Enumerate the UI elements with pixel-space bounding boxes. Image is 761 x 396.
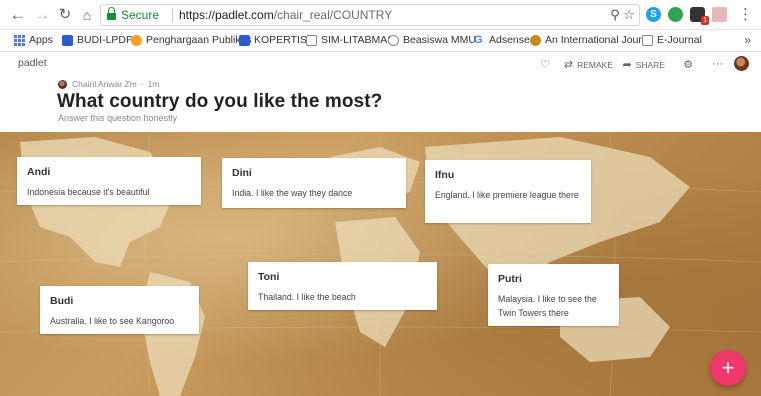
extension-icon[interactable]: 1 <box>690 7 709 25</box>
author-name: Chairil Anwar Zm <box>72 79 137 89</box>
bookmark-favicon <box>131 34 142 46</box>
page-title: What country do you like the most? <box>57 91 383 112</box>
more-button[interactable]: ··· <box>712 58 723 70</box>
bookmark-e-journal[interactable]: E-Journal <box>642 34 702 46</box>
post-author: Toni <box>258 271 280 283</box>
post-card[interactable]: Budi Australia. I like to see Kangoroo <box>40 286 199 334</box>
bookmark-beasiswa-mmu[interactable]: Beasiswa MMU <box>388 34 476 46</box>
post-card[interactable]: Dini India. I like the way they dance <box>222 158 406 208</box>
post-body: England. I like premiere league there <box>435 190 579 200</box>
bookmark-favicon <box>388 34 399 46</box>
post-body: Thailand. I like the beach <box>258 292 356 302</box>
author-avatar <box>58 79 67 89</box>
post-body: India. I like the way they dance <box>232 188 353 198</box>
share-button[interactable]: ➦ SHARE <box>622 58 665 71</box>
user-avatar[interactable] <box>734 56 749 71</box>
bookmark-label: Penghargaan Publikas <box>146 34 252 46</box>
post-card[interactable]: Andi Indonesia because it's beautiful <box>17 157 201 205</box>
url-separator <box>172 8 173 22</box>
reload-icon[interactable]: ↻ <box>55 5 75 25</box>
bookmark-star-icon[interactable]: ☆ <box>623 7 635 22</box>
bookmarks-bar: Apps BUDI-LPDP Penghargaan Publikas KOPE… <box>0 30 761 52</box>
apps-grid-icon <box>14 34 25 46</box>
bookmark-label: KOPERTIS6 <box>254 34 313 46</box>
post-author: Dini <box>232 167 252 179</box>
post-body: Australia. I like to see Kangoroo <box>50 316 175 326</box>
bookmark-label: Beasiswa MMU <box>403 34 476 46</box>
bookmark-label: Adsense <box>489 34 530 46</box>
add-post-button[interactable]: + <box>710 350 746 386</box>
bookmark-label: E-Journal <box>657 34 702 46</box>
zoom-icon[interactable]: ⚲ <box>610 7 620 22</box>
extension-badge: 1 <box>701 16 709 25</box>
bookmark-label: BUDI-LPDP <box>77 34 134 46</box>
share-icon: ➦ <box>622 59 632 71</box>
home-icon[interactable]: ⌂ <box>77 5 97 25</box>
post-author: Andi <box>27 166 51 178</box>
bookmark-favicon <box>239 34 250 46</box>
settings-button[interactable]: ⚙ <box>683 58 693 71</box>
author-row: Chairil Anwar Zm · 1m <box>58 79 159 89</box>
bookmark-apps[interactable]: Apps <box>14 34 53 46</box>
like-button[interactable]: ♡ <box>540 58 550 71</box>
green-extension-icon[interactable] <box>668 7 683 22</box>
bookmark-international-journal[interactable]: An International Journ <box>530 34 648 46</box>
page-icon <box>642 34 653 46</box>
post-author: Budi <box>50 295 74 307</box>
remake-button[interactable]: ⇄ REMAKE <box>564 58 613 71</box>
page-subtitle: Answer this question honestly <box>58 113 178 123</box>
bookmark-kopertis6[interactable]: KOPERTIS6 <box>239 34 313 46</box>
post-card[interactable]: Toni Thailand. I like the beach <box>248 262 437 310</box>
back-icon[interactable]: ← <box>8 5 28 25</box>
post-body: Indonesia because it's beautiful <box>27 187 150 197</box>
bookmark-penghargaan[interactable]: Penghargaan Publikas <box>131 34 252 46</box>
post-author: Putri <box>498 273 522 285</box>
browser-menu-icon[interactable]: ⋮ <box>738 5 753 23</box>
bookmark-adsense[interactable]: G Adsense <box>474 34 530 46</box>
bookmark-label: SIM-LITABMAS <box>321 34 395 46</box>
url-bar[interactable]: Secure https://padlet.com/chair_real/COU… <box>100 4 640 26</box>
bookmark-budi-lpdp[interactable]: BUDI-LPDP <box>62 34 133 46</box>
post-time: 1m <box>147 79 160 89</box>
remake-icon: ⇄ <box>563 59 574 71</box>
bookmark-favicon <box>62 34 73 46</box>
page-icon <box>306 34 317 46</box>
dot-separator: · <box>140 79 144 89</box>
bookmarks-more-button[interactable]: » <box>744 33 751 47</box>
padlet-logo[interactable]: padlet <box>18 57 47 69</box>
bookmark-label: An International Journ <box>545 34 648 46</box>
secure-label: Secure <box>121 8 160 22</box>
bookmark-sim-litabmas[interactable]: SIM-LITABMAS <box>306 34 394 46</box>
more-icon: ··· <box>712 58 723 70</box>
forward-icon[interactable]: → <box>32 5 52 25</box>
remake-label: REMAKE <box>577 59 613 70</box>
bookmark-favicon <box>530 34 541 46</box>
url-text: https://padlet.com/chair_real/COUNTRY <box>179 8 392 22</box>
gear-icon: ⚙ <box>683 59 693 71</box>
post-card[interactable]: Putri Malaysia. I like to see the Twin T… <box>488 264 619 326</box>
browser-address-bar: ← → ↻ ⌂ Secure https://padlet.com/chair_… <box>0 0 761 30</box>
heart-icon: ♡ <box>540 59 550 71</box>
skype-extension-icon[interactable]: S <box>646 7 661 22</box>
post-author: Ifnu <box>435 169 455 181</box>
pdf-extension-icon[interactable] <box>712 7 727 22</box>
url-host: https://padlet.com <box>179 8 274 22</box>
url-path: /chair_real/COUNTRY <box>273 8 393 22</box>
omnibox-icons: ⚲ ☆ <box>610 7 635 23</box>
bookmark-label: Apps <box>29 34 53 46</box>
post-body: Malaysia. I like to see the Twin Towers … <box>498 294 597 318</box>
lock-icon <box>107 7 116 20</box>
google-icon: G <box>474 33 483 46</box>
share-label: SHARE <box>635 59 665 70</box>
padlet-header: padlet ♡ ⇄ REMAKE ➦ SHARE ⚙ ··· Chairil An… <box>0 52 761 132</box>
padlet-wall: Andi Indonesia because it's beautiful Di… <box>0 132 761 396</box>
post-card[interactable]: Ifnu England. I like premiere league the… <box>425 160 591 223</box>
